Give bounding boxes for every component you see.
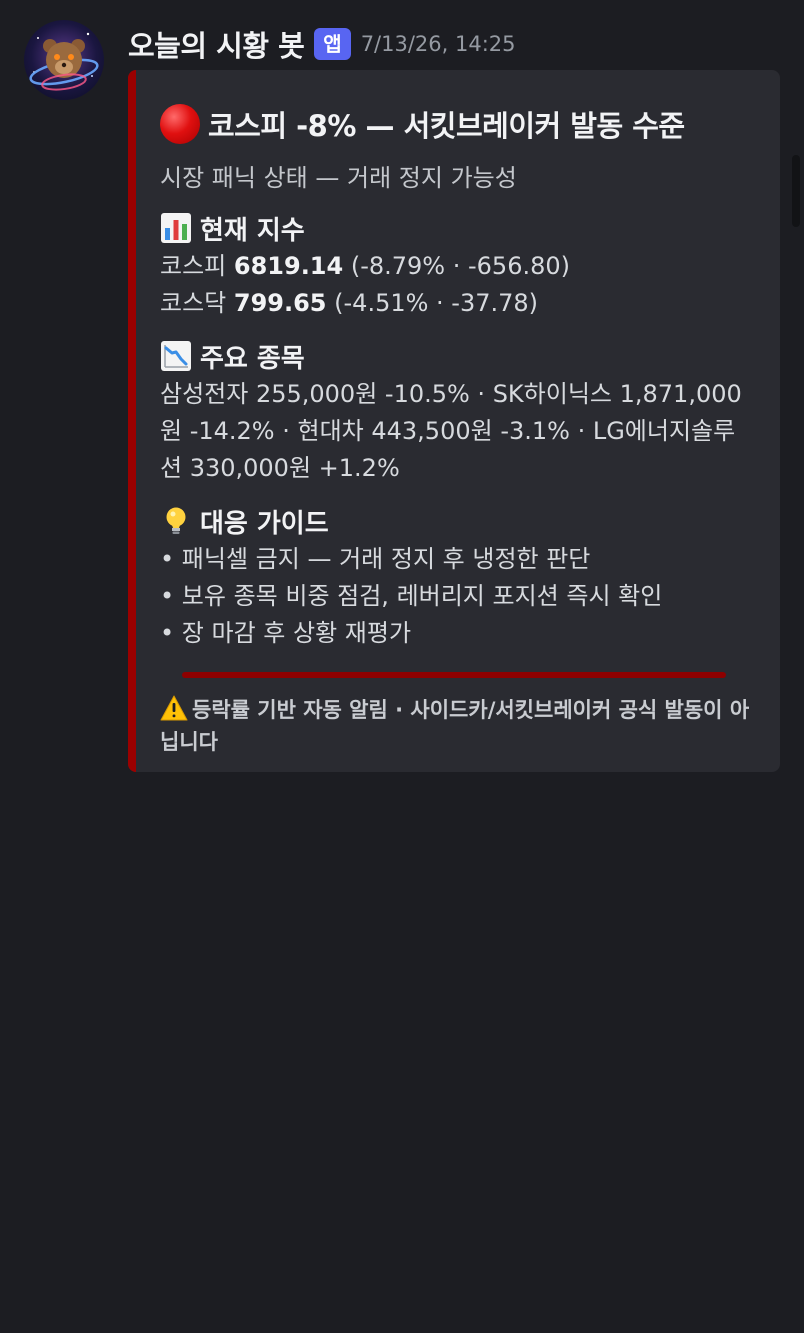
embed-description: 시장 패닉 상태 — 거래 정지 가능성 [160,164,517,192]
field-guide-title-text: 대응 가이드 [200,508,329,539]
kosdaq-name: 코스닥 [160,289,227,317]
stocks-text: 삼성전자 255,000원 -10.5% · SK하이닉스 1,871,000원… [160,380,742,482]
alert-embed: 코스피 -8% — 서킷브레이커 발동 수준 시장 패닉 상태 — 거래 정지 … [128,70,780,772]
kosdaq-change: (-4.51% · -37.78) [334,289,539,317]
warning-icon [160,695,188,721]
embed-footer-text: 등락률 기반 자동 알림 · 사이드카/서킷브레이커 공식 발동이 아닙니다 [160,698,750,754]
kospi-line: 코스피 6819.14 (-8.79% · -656.80) [160,248,750,285]
kosdaq-value: 799.65 [233,289,327,317]
kospi-value: 6819.14 [233,252,344,280]
message-header: 오늘의 시황 봇 앱 7/13/26, 14:25 [128,22,516,66]
author-name[interactable]: 오늘의 시황 봇 [128,23,305,65]
app-badge: 앱 [314,28,351,60]
bear-avatar-icon [29,32,99,91]
embed-footer: 등락률 기반 자동 알림 · 사이드카/서킷브레이커 공식 발동이 아닙니다 [160,694,750,758]
guide-item: • 장 마감 후 상황 재평가 [160,619,412,647]
timestamp[interactable]: 7/13/26, 14:25 [361,32,516,56]
field-stocks-title-text: 주요 종목 [200,343,305,374]
field-stocks-title: 주요 종목 [160,336,750,376]
field-guide-title: 대응 가이드 [160,501,750,541]
bot-avatar[interactable] [24,20,104,100]
field-index-title-text: 현재 지수 [200,215,305,246]
light-bulb-icon [166,507,186,534]
red-circle-icon [160,104,200,144]
kospi-name: 코스피 [160,252,227,280]
divider [182,672,726,678]
bar-chart-icon [161,213,191,243]
embed-accent-bar [128,70,136,772]
chart-decreasing-icon [161,341,191,371]
embed-title-text: 코스피 -8% — 서킷브레이커 발동 수준 [208,109,685,143]
guide-item: • 보유 종목 비중 점검, 레버리지 포지션 즉시 확인 [160,582,663,610]
guide-item: • 패닉셀 금지 — 거래 정지 후 냉정한 판단 [160,545,591,573]
field-index-title: 현재 지수 [160,208,750,248]
embed-title: 코스피 -8% — 서킷브레이커 발동 수준 [160,100,750,148]
kosdaq-line: 코스닥 799.65 (-4.51% · -37.78) [160,285,750,322]
scrollbar[interactable] [792,155,800,227]
kospi-change: (-8.79% · -656.80) [350,252,570,280]
